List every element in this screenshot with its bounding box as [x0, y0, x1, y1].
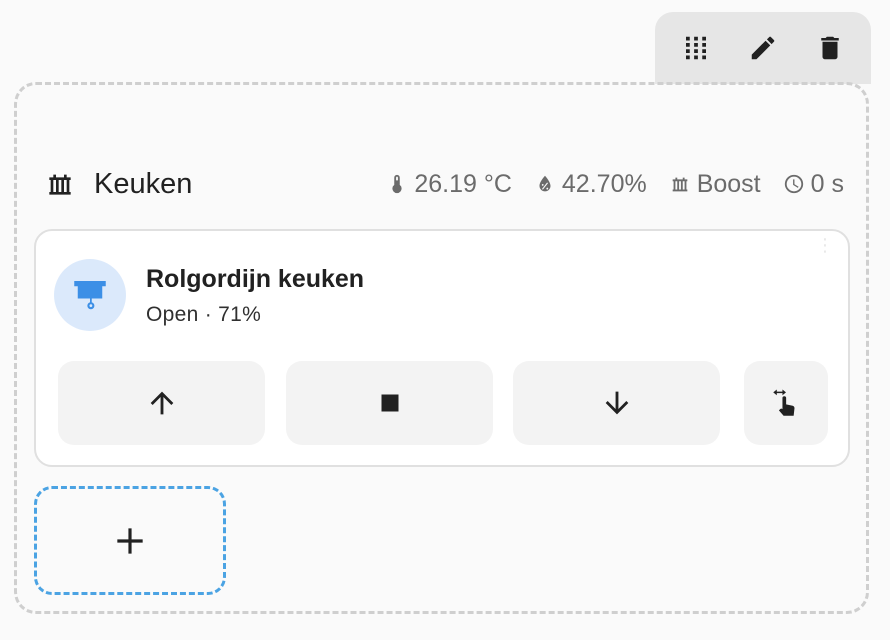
timer-value: 0 s [810, 169, 844, 198]
timer-badge[interactable]: 0 s [783, 170, 844, 199]
plus-icon [117, 527, 143, 554]
stop-icon [381, 394, 398, 412]
set-position-button[interactable] [744, 361, 828, 445]
trash-icon [820, 36, 839, 60]
move-handle-button[interactable] [674, 26, 718, 70]
cover-tile-card[interactable]: ⋮ Rolgordijn keuken Open · 71% [34, 229, 850, 467]
add-card-button[interactable] [34, 486, 226, 595]
water-percent-icon [539, 175, 551, 192]
area-badges: 26.19 °C 42.70% Boost 0 s [386, 170, 844, 199]
entity-icon-badge[interactable] [54, 259, 126, 331]
temperature-value: 26.19 °C [414, 169, 512, 198]
delete-button[interactable] [808, 26, 852, 70]
humidity-value: 42.70% [561, 169, 647, 198]
humidity-badge[interactable]: 42.70% [534, 170, 647, 199]
arrow-up-icon [150, 391, 173, 415]
climate-mode-value: Boost [696, 169, 761, 198]
entity-state: Open · 71% [146, 303, 262, 326]
radiator-icon [672, 177, 688, 192]
position-gesture-icon [773, 389, 795, 416]
roller-blind-icon [74, 281, 106, 310]
area-title: Keuken [94, 167, 193, 200]
radiator-icon [44, 168, 76, 200]
entity-name: Rolgordijn keuken [146, 265, 365, 293]
drag-grid-icon [686, 36, 707, 60]
thermometer-icon [392, 174, 402, 194]
close-cover-button[interactable] [513, 361, 720, 445]
temperature-badge[interactable]: 26.19 °C [386, 170, 512, 199]
area-heading: Keuken 26.19 °C 42.70% Boost 0 s [44, 162, 844, 206]
edit-toolbar [655, 12, 871, 84]
stop-cover-button[interactable] [286, 361, 493, 445]
arrow-down-icon [605, 391, 628, 415]
clock-icon [784, 174, 803, 194]
pencil-icon [751, 36, 775, 60]
climate-mode-badge[interactable]: Boost [669, 170, 761, 199]
edit-button[interactable] [741, 26, 785, 70]
open-cover-button[interactable] [58, 361, 265, 445]
card-menu-icon[interactable]: ⋮ [816, 236, 834, 254]
